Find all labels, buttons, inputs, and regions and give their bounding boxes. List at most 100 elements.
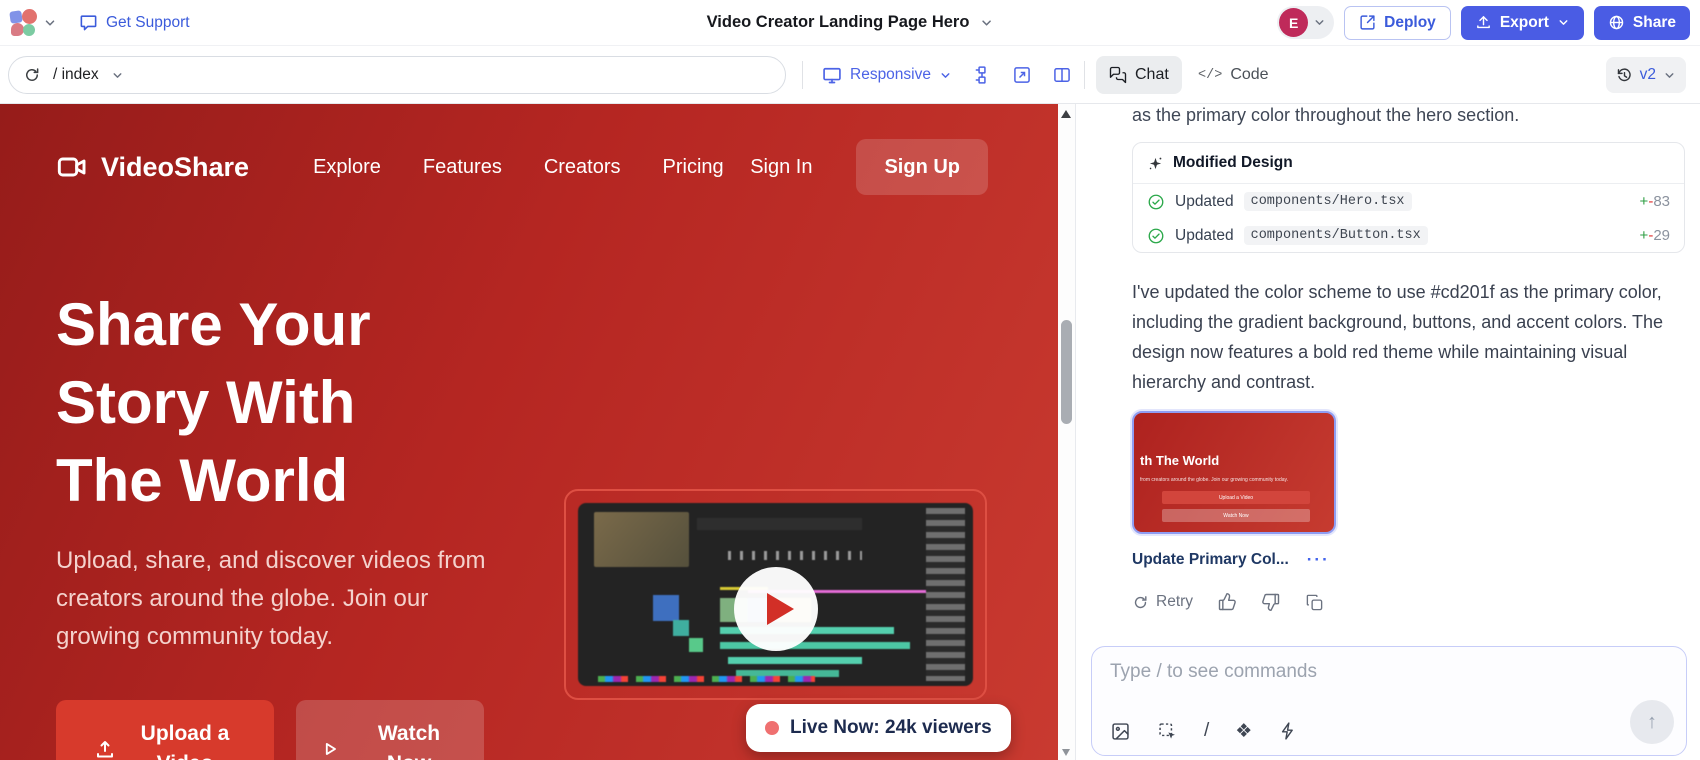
hero-headline: Share Your Story With The World (56, 286, 371, 520)
hero-headline-line: The World (56, 442, 371, 520)
export-label: Export (1500, 14, 1549, 32)
site-brand-label: VideoShare (101, 152, 249, 183)
file-action: Updated (1175, 227, 1234, 245)
scrollbar-thumb[interactable] (1061, 320, 1072, 424)
sign-up-button[interactable]: Sign Up (856, 139, 988, 195)
play-icon (319, 738, 341, 760)
preview-scrollbar[interactable] (1058, 104, 1075, 760)
chevron-down-icon[interactable] (111, 69, 124, 82)
share-button[interactable]: Share (1594, 6, 1690, 40)
deploy-label: Deploy (1384, 14, 1436, 32)
nav-link-creators[interactable]: Creators (544, 156, 621, 179)
thumbnail-mini-button: Upload a Video (1162, 491, 1310, 504)
send-button[interactable]: ↑ (1630, 700, 1674, 744)
chevron-down-icon (939, 69, 952, 82)
live-dot-icon (765, 721, 779, 735)
thumbnail-mini-text: from creators around the globe. Join our… (1140, 477, 1288, 483)
chevron-down-icon (1663, 69, 1676, 82)
slash-command-icon[interactable]: / (1204, 720, 1209, 742)
chevron-down-icon (1313, 16, 1326, 29)
split-view-icon[interactable] (1052, 65, 1072, 85)
thumbnail-mini-heading: th The World (1140, 453, 1219, 468)
logo-icon (10, 9, 37, 36)
modified-design-card: Modified Design Updated components/Hero.… (1132, 142, 1685, 253)
get-support-label: Get Support (106, 14, 190, 32)
assistant-message-tail: as the primary color throughout the hero… (1132, 105, 1685, 126)
thumbs-down-icon[interactable] (1261, 592, 1281, 612)
chat-panel: as the primary color throughout the hero… (1075, 104, 1700, 760)
nav-link-features[interactable]: Features (423, 156, 502, 179)
watch-now-button[interactable]: Watch Now (296, 700, 484, 760)
chat-input[interactable] (1110, 661, 1606, 683)
sign-in-link[interactable]: Sign In (750, 156, 812, 179)
select-element-icon[interactable] (1157, 721, 1178, 742)
play-icon (767, 593, 794, 625)
account-menu[interactable]: E (1277, 6, 1334, 39)
file-change-row: Updated components/Button.tsx +-29 (1133, 218, 1684, 252)
retry-button[interactable]: Retry (1132, 593, 1193, 611)
video-camera-icon (56, 151, 88, 183)
site-brand[interactable]: VideoShare (56, 151, 249, 183)
message-actions: Retry (1132, 592, 1372, 612)
version-history-dropdown[interactable]: v2 (1606, 57, 1686, 93)
avatar: E (1279, 8, 1308, 37)
history-icon (1616, 67, 1633, 84)
open-preview-icon[interactable] (1012, 65, 1032, 85)
device-mode-label: Responsive (850, 66, 931, 84)
app-logo[interactable] (10, 9, 57, 36)
version-title[interactable]: Update Primary Col... (1132, 551, 1289, 569)
lightning-icon[interactable] (1278, 721, 1298, 741)
file-path-chip: components/Button.tsx (1244, 226, 1428, 245)
integrations-icon[interactable]: ❖ (1235, 720, 1252, 742)
project-title-dropdown[interactable]: Video Creator Landing Page Hero (707, 13, 994, 32)
nav-link-pricing[interactable]: Pricing (663, 156, 724, 179)
refresh-icon[interactable] (23, 66, 41, 84)
nav-link-explore[interactable]: Explore (313, 156, 381, 179)
project-title: Video Creator Landing Page Hero (707, 13, 970, 32)
device-mode-dropdown[interactable]: Responsive (822, 46, 952, 104)
export-button[interactable]: Export (1461, 6, 1584, 40)
components-icon[interactable] (972, 65, 992, 85)
file-action: Updated (1175, 193, 1234, 211)
file-change-row: Updated components/Hero.tsx +-83 (1133, 184, 1684, 218)
divider (1084, 61, 1085, 89)
external-link-icon (1359, 14, 1376, 31)
image-attach-icon[interactable] (1110, 721, 1131, 742)
more-options-icon[interactable]: ··· (1307, 550, 1330, 570)
thumbs-up-icon[interactable] (1217, 592, 1237, 612)
url-bar[interactable]: / index (8, 56, 786, 94)
check-circle-icon (1147, 227, 1165, 245)
chevron-down-icon (43, 16, 57, 30)
play-button[interactable] (734, 567, 818, 651)
chevron-down-icon (1557, 16, 1570, 29)
tab-chat-label: Chat (1135, 66, 1169, 84)
send-arrow-icon: ↑ (1647, 711, 1657, 734)
route-path: / index (53, 66, 99, 84)
upload-icon (93, 737, 117, 760)
assistant-message: I've updated the color scheme to use #cd… (1132, 277, 1685, 397)
scroll-up-arrow-icon[interactable] (1061, 110, 1071, 118)
retry-icon (1132, 594, 1149, 611)
watch-now-label: Watch Now (357, 719, 461, 760)
retry-label: Retry (1156, 593, 1193, 611)
copy-icon[interactable] (1305, 593, 1324, 612)
hero-subtext: Upload, share, and discover videos from … (56, 542, 492, 656)
live-viewers-badge: Live Now: 24k viewers (746, 704, 1011, 752)
version-thumbnail[interactable]: th The World from creators around the gl… (1132, 411, 1336, 534)
upload-icon (1475, 14, 1492, 31)
get-support-link[interactable]: Get Support (79, 13, 190, 32)
share-label: Share (1633, 14, 1676, 32)
upload-video-label: Upload a Video (133, 719, 237, 760)
site-nav: VideoShare Explore Features Creators Pri… (56, 134, 988, 200)
upload-video-button[interactable]: Upload a Video (56, 700, 274, 760)
file-path-chip: components/Hero.tsx (1244, 192, 1412, 211)
preview-toolbar: / index Responsive Chat </> Code v2 (0, 46, 1700, 104)
tab-code[interactable]: </> Code (1198, 56, 1269, 94)
chat-composer[interactable]: / ❖ ↑ (1091, 646, 1687, 756)
deploy-button[interactable]: Deploy (1344, 6, 1451, 40)
sparkles-icon (1147, 155, 1164, 172)
tab-chat[interactable]: Chat (1096, 56, 1182, 94)
scroll-down-arrow-icon[interactable] (1062, 749, 1070, 756)
check-circle-icon (1147, 193, 1165, 211)
version-label: v2 (1640, 66, 1656, 84)
